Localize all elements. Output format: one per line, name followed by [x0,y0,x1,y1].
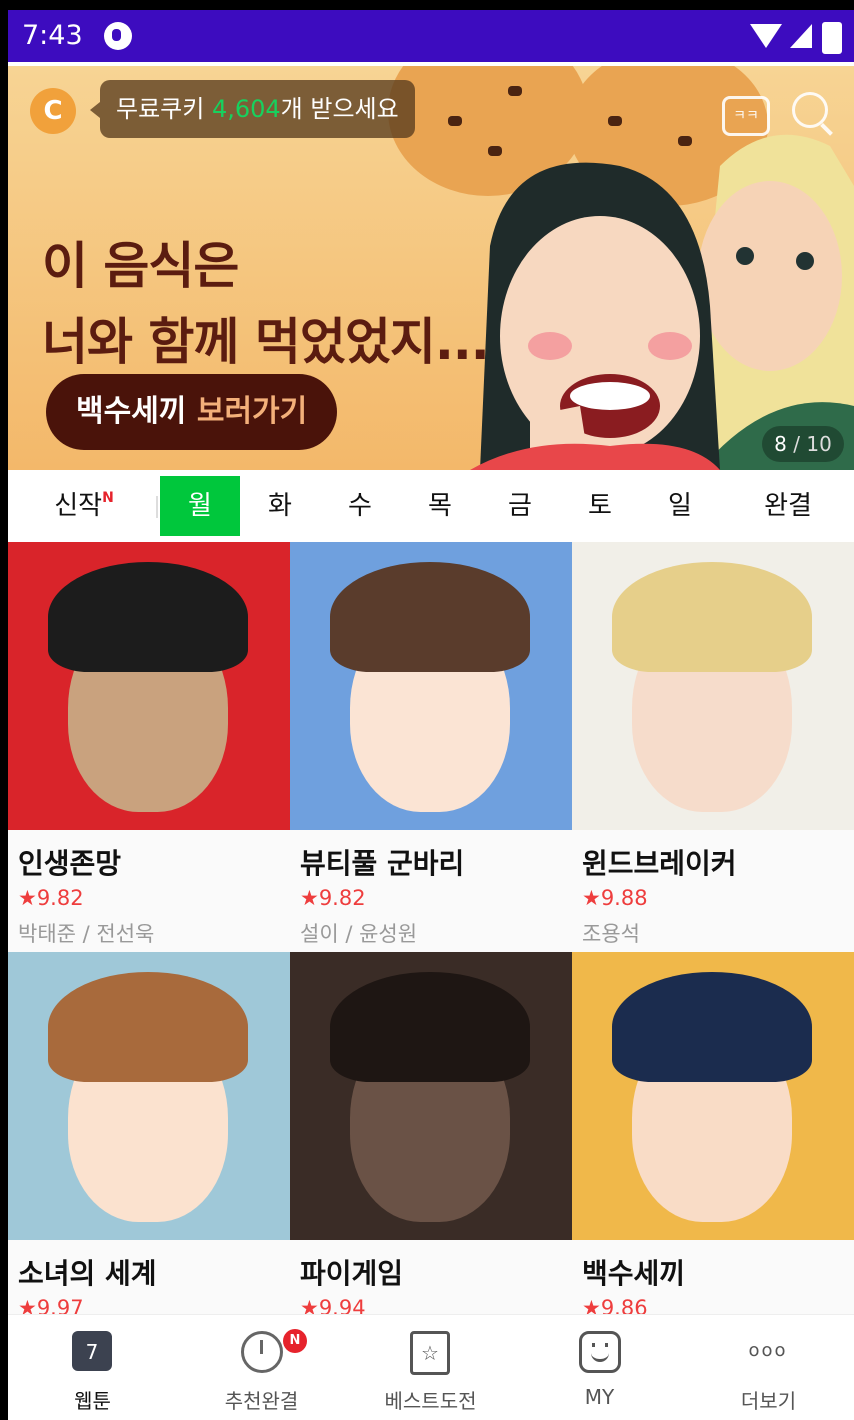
webtoon-rating: ★9.82 [18,886,84,910]
tab-thursday[interactable]: 목 [400,476,480,536]
tab-friday[interactable]: 금 [480,476,560,536]
star-icon: ☆ [410,1331,450,1375]
new-badge: N [102,490,114,506]
webtoon-title: 윈드브레이커 [582,847,737,880]
banner-cta-title: 백수세끼 [76,394,197,429]
webtoon-thumbnail [572,952,854,1240]
webtoon-thumbnail [572,542,854,830]
tab-tuesday[interactable]: 화 [240,476,320,536]
promo-banner[interactable]: C 무료쿠키 4,604개 받으세요 ㅋㅋ 이 음식은 너와 함께 먹었었지..… [8,66,854,470]
status-time: 7:43 [22,20,83,51]
signal-icon [790,24,812,48]
nav-webtoon[interactable]: 7 웹툰 [8,1315,177,1420]
banner-cta-action: 보러가기 [196,394,308,429]
smile-icon [579,1331,621,1373]
tab-label: 신작 [54,491,103,521]
app-screen: 7:43 C 무료쿠키 4,604개 받으세요 ㅋㅋ 이 음식은 너와 함께 먹… [8,10,854,1420]
webtoon-card[interactable]: 백수세끼 ★9.86 [572,952,854,1362]
webtoon-rating: ★9.88 [582,886,648,910]
webtoon-thumbnail [8,542,290,830]
tab-divider [156,496,158,518]
calendar-icon: 7 [72,1331,112,1371]
tab-monday[interactable]: 월 [160,476,240,536]
webtoon-rating: ★9.82 [300,886,366,910]
nav-label: MY [584,1385,615,1409]
app-notification-icon [104,22,132,50]
banner-headline-line2: 너와 함께 먹었었지... [42,313,490,371]
clock-icon [241,1331,283,1373]
banner-page-current: 8 [774,432,787,456]
webtoon-title: 인생존망 [18,847,122,880]
webtoon-thumbnail [290,542,572,830]
webtoon-card[interactable]: 파이게임 ★9.94 [290,952,572,1362]
webtoon-title: 파이게임 [300,1257,404,1290]
nav-label: 웹툰 [74,1389,111,1413]
free-cookie-count: 4,604 [211,95,281,123]
webtoon-title: 소녀의 세계 [18,1257,157,1290]
webtoon-card[interactable]: 뷰티풀 군바리 ★9.82 설이 / 윤성원 [290,542,572,952]
bottom-navigation: 7 웹툰 N 추천완결 ☆ 베스트도전 MY ooo 더보기 [8,1314,854,1420]
free-cookie-pill[interactable]: 무료쿠키 4,604개 받으세요 [90,80,415,138]
webtoon-thumbnail [8,952,290,1240]
webtoon-card[interactable]: 윈드브레이커 ★9.88 조용석 [572,542,854,952]
tab-new[interactable]: 신작N [28,476,140,536]
nav-label: 베스트도전 [384,1389,477,1413]
webtoon-author: 설이 / 윤성원 [300,922,418,946]
banner-headline: 이 음식은 너와 함께 먹었었지... [42,228,490,380]
nav-label: 더보기 [740,1389,797,1413]
banner-page-indicator: 8 / 10 [762,426,844,462]
weekday-tabs: 신작N 월 화 수 목 금 토 일 완결 [8,470,854,542]
banner-characters-illustration [470,134,854,470]
banner-page-total: / 10 [793,432,832,456]
new-badge: N [283,1329,307,1353]
nav-best-challenge[interactable]: ☆ 베스트도전 [346,1315,515,1420]
webtoon-author: 박태준 / 전선욱 [18,922,155,946]
nav-my[interactable]: MY [515,1315,684,1420]
free-cookie-suffix: 개 받으세요 [280,95,399,123]
webtoon-thumbnail [290,952,572,1240]
nav-recommended-completed[interactable]: N 추천완결 [177,1315,346,1420]
banner-headline-line1: 이 음식은 [42,237,239,295]
tab-completed[interactable]: 완결 [738,476,838,536]
webtoon-title: 뷰티풀 군바리 [300,847,465,880]
wifi-icon [750,24,782,48]
search-icon[interactable] [792,92,828,128]
tab-wednesday[interactable]: 수 [320,476,400,536]
webtoon-author: 조용석 [582,922,640,946]
banner-cta-button[interactable]: 백수세끼 보러가기 [46,374,338,450]
tab-saturday[interactable]: 토 [560,476,640,536]
webtoon-card[interactable]: 소녀의 세계 ★9.97 [8,952,290,1362]
nav-label: 추천완결 [224,1389,299,1413]
webtoon-title: 백수세끼 [582,1257,686,1290]
nav-more[interactable]: ooo 더보기 [684,1315,853,1420]
more-icon: ooo [748,1340,788,1361]
webtoon-card[interactable]: 인생존망 ★9.82 박태준 / 전선욱 [8,542,290,952]
chat-icon[interactable]: ㅋㅋ [722,96,770,136]
cookie-coin-icon: C [30,88,76,134]
free-cookie-prefix: 무료쿠키 [116,95,212,123]
tab-sunday[interactable]: 일 [640,476,720,536]
status-bar: 7:43 [8,10,854,62]
battery-icon [822,22,842,54]
